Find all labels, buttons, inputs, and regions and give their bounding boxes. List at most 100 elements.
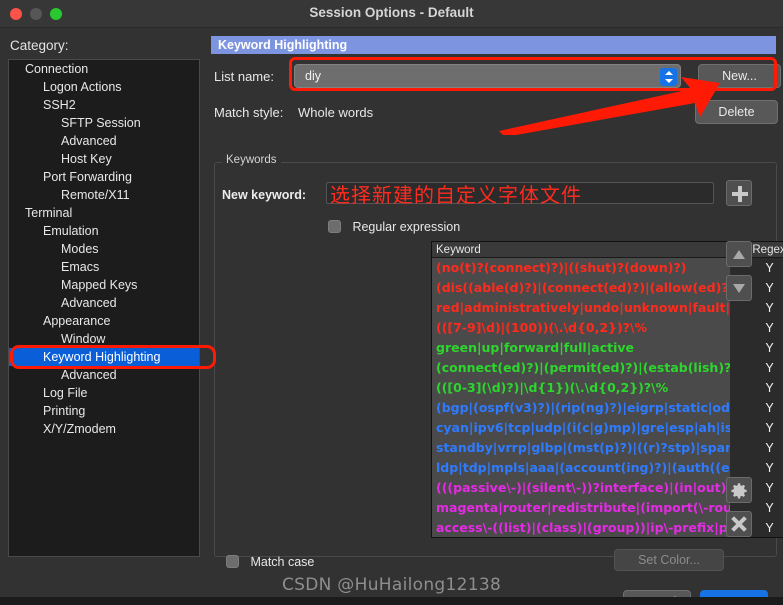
cell-regex: Y [730,418,783,438]
window-title: Session Options - Default [309,5,474,20]
sidebar-item-modes[interactable]: Modes [9,240,199,258]
sidebar-item-log-file[interactable]: Log File [9,384,199,402]
regular-expression-checkbox-row[interactable]: Regular expression [328,218,460,236]
sidebar-item-host-key[interactable]: Host Key [9,150,199,168]
regular-expression-label: Regular expression [352,219,461,234]
session-options-window: Session Options - Default Category: ⌄Con… [0,0,783,605]
sidebar-item-keyword-highlighting[interactable]: ⌄Keyword Highlighting [9,348,199,366]
list-name-select[interactable]: diy [294,64,681,88]
sidebar-item-printing[interactable]: Printing [9,402,199,420]
cell-regex: Y [730,298,783,318]
sidebar-item-appearance[interactable]: ⌄Appearance [9,312,199,330]
new-keyword-label: New keyword: [222,188,307,202]
column-header-keyword: Keyword [432,242,730,257]
cell-keyword: (((passive\-)|(silent\-))?interface)|(in… [432,478,730,498]
sidebar-item-label: Logon Actions [43,80,122,94]
sidebar-item-label: Terminal [25,206,73,220]
table-row[interactable]: green|up|forward|full|activeYN [432,338,783,358]
cell-keyword: cyan|ipv6|tcp|udp|(i(c|g)mp)|gre|esp|ah|… [432,418,730,438]
triangle-up-icon [733,250,745,259]
sidebar-item-emacs[interactable]: Emacs [9,258,199,276]
sidebar-item-label: Log File [43,386,88,400]
add-keyword-button[interactable] [726,180,752,206]
chevron-updown-icon[interactable] [660,68,677,86]
list-name-row: List name: diy New... [211,64,781,90]
sidebar-item-remote-x11[interactable]: Remote/X11 [9,186,199,204]
sidebar-item-label: Appearance [43,314,111,328]
match-case-checkbox-row[interactable]: Match case [226,553,314,571]
cell-regex: Y [730,338,783,358]
delete-keyword-button[interactable] [726,511,752,537]
title-bar: Session Options - Default [0,0,783,28]
table-row[interactable]: (connect(ed)?)|(permit(ed)?)|(estab(lish… [432,358,783,378]
cell-regex: Y [730,358,783,378]
cell-keyword: (dis((able(d)?)|(connect(ed)?)|(allow(ed… [432,278,730,298]
cell-regex: Y [730,318,783,338]
cell-keyword: (connect(ed)?)|(permit(ed)?)|(estab(lish… [432,358,730,378]
section-title: Keyword Highlighting [211,36,776,54]
gear-icon [731,483,747,499]
table-row[interactable]: red|administratively|undo|unknown|fault|… [432,298,783,318]
table-row[interactable]: (([7-9]\d)|(100))(\.\d{0,2})?\%YN [432,318,783,338]
category-tree[interactable]: ⌄Connection Logon Actions ⌄SSH2 SFTP Sessio… [8,59,200,557]
sidebar-item-logon-actions[interactable]: Logon Actions [9,78,199,96]
table-row[interactable]: ldp|tdp|mpls|aaa|(account(ing)?)|(auth((… [432,458,783,478]
new-list-button[interactable]: New... [698,64,781,88]
settings-button[interactable] [726,477,752,503]
cell-keyword: red|administratively|undo|unknown|fault|… [432,298,730,318]
delete-list-button[interactable]: Delete [695,100,778,124]
sidebar-item-label: Port Forwarding [43,170,132,184]
sidebar-item-label: X/Y/Zmodem [43,422,116,436]
list-name-label: List name: [214,69,274,84]
cell-keyword: (no(t)?(connect)?)|((shut)?(down)?) [432,258,730,278]
sidebar-item-terminal[interactable]: ⌄Terminal [9,204,199,222]
sidebar-item-label: Advanced [61,134,117,148]
cell-keyword: ldp|tdp|mpls|aaa|(account(ing)?)|(auth((… [432,458,730,478]
sidebar-item-advanced[interactable]: Advanced [9,132,199,150]
match-case-label: Match case [250,554,315,569]
new-keyword-annotation-text: 选择新建的自定义字体文件 [330,183,582,207]
sidebar-item-x-y-zmodem[interactable]: X/Y/Zmodem [9,420,199,438]
cell-keyword: green|up|forward|full|active [432,338,730,358]
move-up-button[interactable] [726,241,752,267]
move-down-button[interactable] [726,275,752,301]
sidebar-item-window[interactable]: Window [9,330,199,348]
sidebar-item-advanced[interactable]: Advanced [9,294,199,312]
sidebar-item-advanced[interactable]: Advanced [9,366,199,384]
sidebar-item-label: Advanced [61,296,117,310]
match-case-checkbox[interactable] [226,555,239,569]
table-row[interactable]: standby|vrrp|glbp|(mst(p)?)|((r)?stp)|sp… [432,438,783,458]
sidebar-item-mapped-keys[interactable]: Mapped Keys [9,276,199,294]
match-style-value: Whole words [298,105,374,120]
list-name-value: diy [305,69,321,83]
cell-keyword: magenta|router|redistribute|(import(\-ro… [432,498,730,518]
sidebar-item-connection[interactable]: ⌄Connection [9,60,199,78]
sidebar-item-label: Window [61,332,106,346]
sidebar-item-label: Modes [61,242,99,256]
sidebar-item-label: Printing [43,404,86,418]
sidebar-item-label: Mapped Keys [61,278,138,292]
sidebar-item-label: Connection [25,62,89,76]
sidebar-item-sftp-session[interactable]: SFTP Session [9,114,199,132]
sidebar-item-label: Emulation [43,224,99,238]
sidebar-item-ssh2[interactable]: ⌄SSH2 [9,96,199,114]
sidebar-item-port-forwarding[interactable]: ⌄Port Forwarding [9,168,199,186]
sidebar-item-emulation[interactable]: ⌄Emulation [9,222,199,240]
triangle-down-icon [733,284,745,293]
cell-keyword: access\-((list)|(class)|(group))|ip\-pre… [432,518,730,537]
sidebar-item-label: SFTP Session [61,116,141,130]
cell-keyword: standby|vrrp|glbp|(mst(p)?)|((r)?stp)|sp… [432,438,730,458]
set-color-button[interactable]: Set Color... [614,549,724,571]
cell-regex: Y [730,438,783,458]
cell-keyword: (([0-3](\d)?)|\d{1})(\.\d{0,2})?\% [432,378,730,398]
table-row[interactable]: (bgp|(ospf(v3)?)|(rip(ng)?)|eigrp|static… [432,398,783,418]
sidebar-item-label: Emacs [61,260,100,274]
table-row[interactable]: (([0-3](\d)?)|\d{1})(\.\d{0,2})?\%YN [432,378,783,398]
table-row[interactable]: cyan|ipv6|tcp|udp|(i(c|g)mp)|gre|esp|ah|… [432,418,783,438]
match-style-label: Match style: [214,105,284,120]
sidebar-item-label: Keyword Highlighting [43,350,161,364]
sidebar-item-label: Remote/X11 [61,188,130,202]
category-label: Category: [10,38,69,53]
new-keyword-input[interactable]: 选择新建的自定义字体文件 [326,182,714,207]
regular-expression-checkbox[interactable] [328,220,341,234]
